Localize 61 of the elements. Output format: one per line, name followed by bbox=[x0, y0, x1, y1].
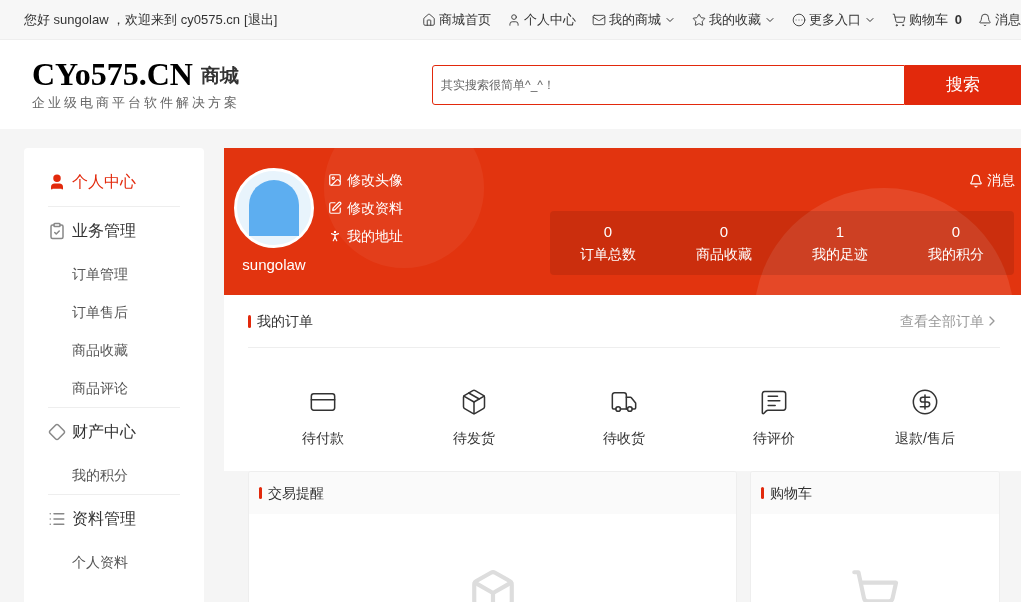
stat-label: 我的足迹 bbox=[812, 244, 868, 264]
order-status-link[interactable]: 待收货 bbox=[548, 388, 700, 449]
clipboard-icon bbox=[48, 222, 66, 240]
home-icon bbox=[421, 12, 436, 27]
logout-link[interactable]: [退出] bbox=[244, 9, 278, 30]
sidebar-item[interactable]: 我的积分 bbox=[48, 456, 180, 494]
more-icon bbox=[791, 12, 806, 27]
user-icon bbox=[506, 12, 521, 27]
edit-icon bbox=[328, 201, 342, 215]
top-nav-link[interactable]: 我的商城 bbox=[591, 9, 676, 30]
bell-icon bbox=[969, 173, 983, 188]
panel-title: 交易提醒 bbox=[268, 483, 324, 503]
sidebar-item[interactable]: 商品收藏 bbox=[48, 331, 180, 369]
stat-label: 商品收藏 bbox=[696, 244, 752, 264]
sidebar-item[interactable]: 个人资料 bbox=[48, 543, 180, 581]
slogan: 企业级电商平台软件解决方案 bbox=[32, 93, 241, 112]
diamond-icon bbox=[48, 423, 66, 441]
top-nav-link[interactable]: 我的收藏 bbox=[691, 9, 776, 30]
order-status-link[interactable]: 待评价 bbox=[699, 388, 850, 449]
top-nav-link[interactable]: 个人中心 bbox=[506, 9, 576, 30]
stat-label: 我的积分 bbox=[928, 244, 984, 264]
comment-icon bbox=[760, 388, 789, 416]
search-button[interactable]: 搜索 bbox=[905, 64, 1021, 105]
sidebar-section[interactable]: 财产中心 bbox=[48, 408, 180, 456]
stat-value: 0 bbox=[951, 222, 961, 243]
stat-value: 0 bbox=[603, 222, 613, 243]
sidebar-section[interactable]: 个人中心 bbox=[48, 158, 180, 206]
messages-link[interactable]: 消息 bbox=[969, 170, 1015, 191]
cart-icon bbox=[891, 12, 906, 27]
person-icon bbox=[48, 173, 66, 191]
profile-action-link[interactable]: 我的地址 bbox=[328, 226, 403, 246]
sidebar-item[interactable]: 商品评论 bbox=[48, 369, 180, 407]
top-nav-link[interactable]: 更多入口 bbox=[791, 9, 876, 30]
top-nav-link[interactable]: 购物车 0 bbox=[891, 9, 962, 30]
sidebar-item[interactable]: 订单售后 bbox=[48, 293, 180, 331]
profile-action-link[interactable]: 修改头像 bbox=[328, 170, 403, 190]
username: sungolaw bbox=[242, 255, 306, 275]
profile-action-link[interactable]: 修改资料 bbox=[328, 198, 403, 218]
order-status-link[interactable]: 待付款 bbox=[248, 388, 399, 449]
logo-suffix: 商城 bbox=[200, 64, 239, 89]
top-nav-link[interactable]: 消息 bbox=[978, 9, 1021, 30]
list-icon bbox=[48, 510, 66, 528]
order-status-link[interactable]: 待发货 bbox=[398, 388, 549, 449]
sidebar-item[interactable]: 订单管理 bbox=[48, 255, 180, 293]
greeting-text: 您好 sungolaw ，欢迎来到 cy0575.cn bbox=[24, 10, 241, 29]
logo: CYo575.CN bbox=[32, 56, 193, 91]
mail-icon bbox=[591, 12, 606, 27]
stat-label: 订单总数 bbox=[580, 244, 636, 264]
top-nav-link[interactable]: 商城首页 bbox=[421, 9, 491, 30]
order-status-link[interactable]: 退款/售后 bbox=[849, 388, 1001, 449]
section-title: 我的订单 bbox=[257, 311, 313, 331]
sidebar-section[interactable]: 业务管理 bbox=[48, 207, 180, 255]
bell-icon bbox=[978, 12, 992, 27]
person-icon bbox=[328, 229, 342, 243]
stat-value: 1 bbox=[835, 222, 845, 243]
sidebar-section[interactable]: 资料管理 bbox=[48, 495, 180, 543]
picture-icon bbox=[328, 173, 342, 187]
stat-value: 0 bbox=[719, 222, 729, 243]
star-icon bbox=[691, 12, 706, 27]
search-field[interactable]: 其实搜索很简单^_^！ bbox=[432, 64, 905, 105]
panel-title: 购物车 bbox=[770, 483, 812, 503]
